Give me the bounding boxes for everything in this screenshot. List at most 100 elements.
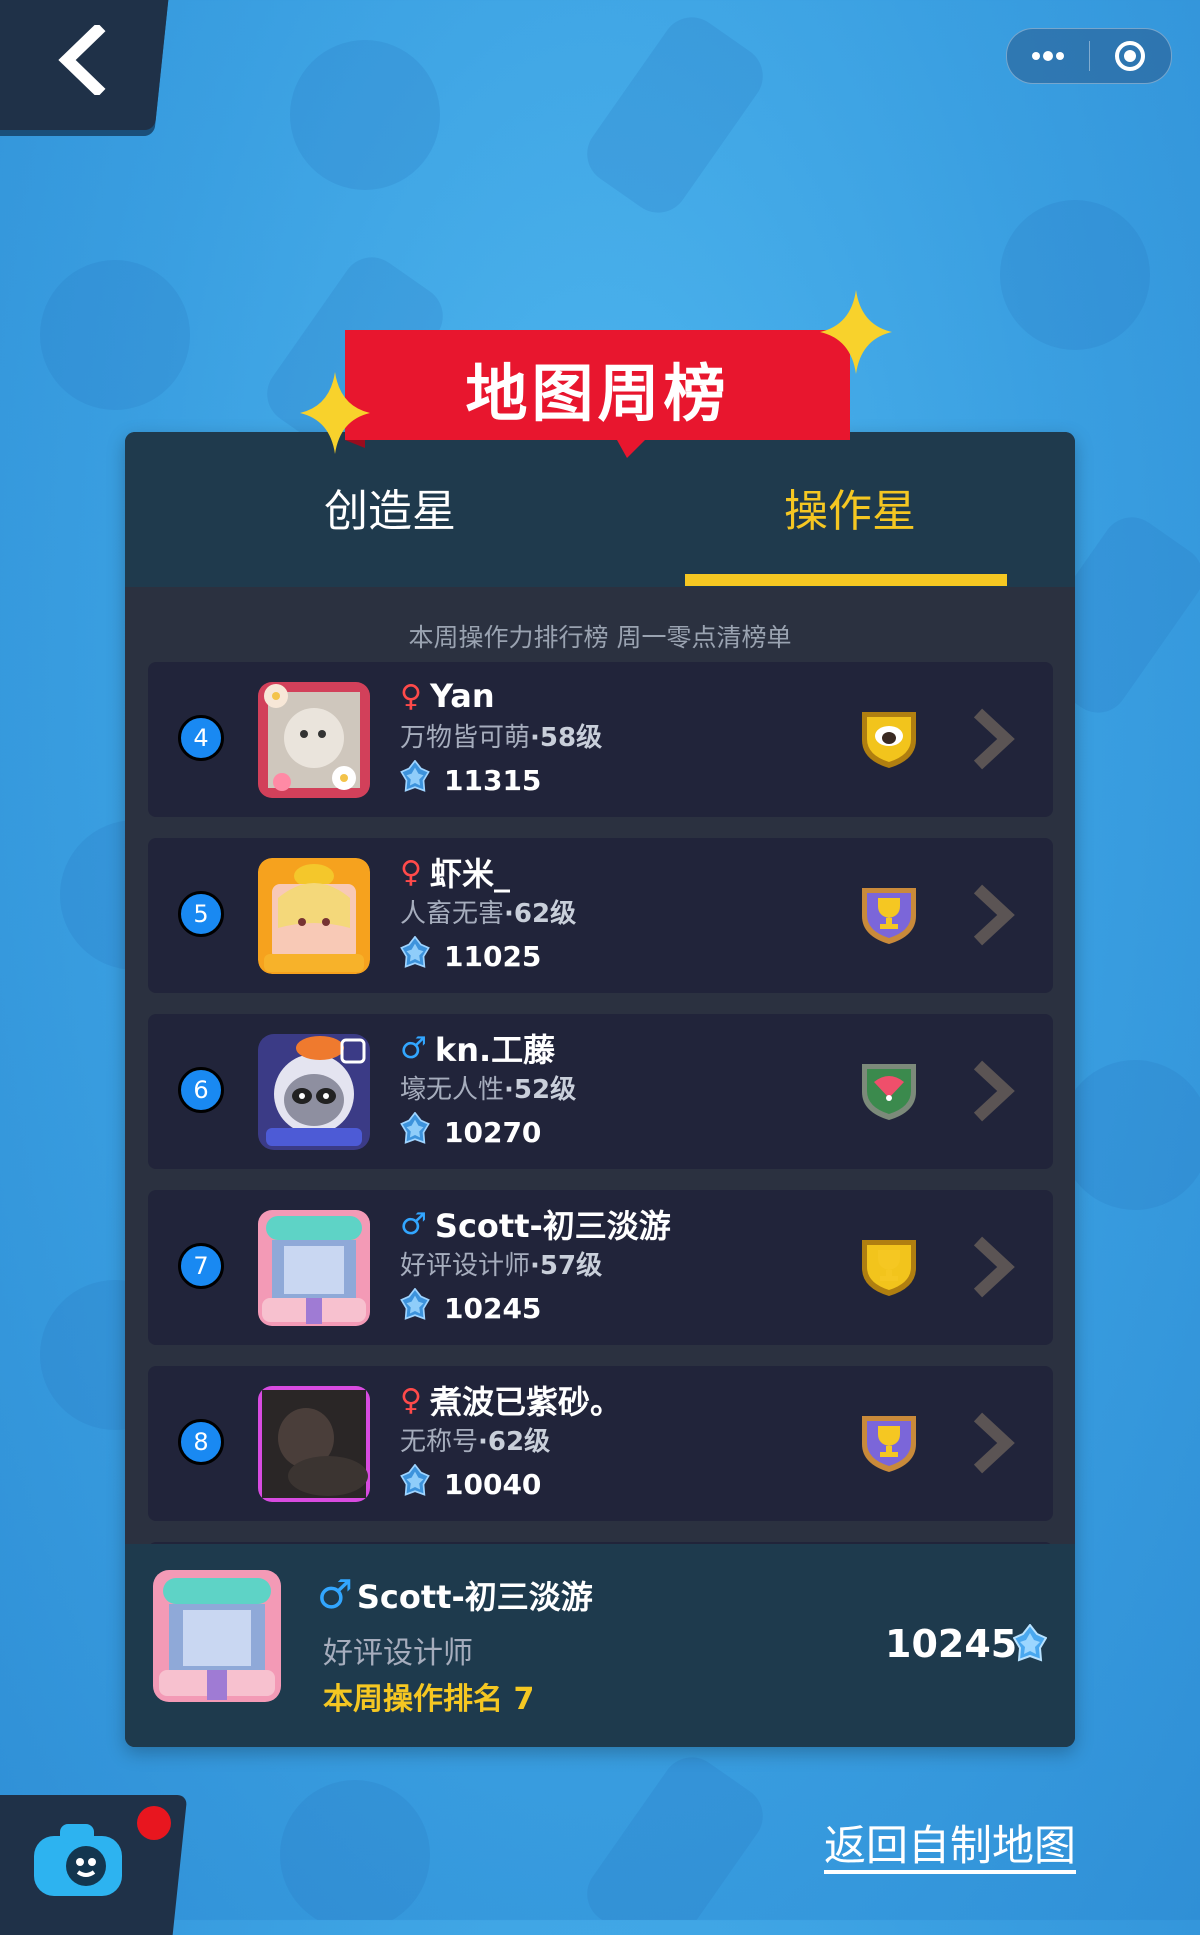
my-avatar[interactable] [153,1570,281,1702]
star-gem-icon [400,1286,444,1329]
female-icon: ♀ [400,678,422,714]
star-gem-icon [400,758,444,801]
player-name: kn.工藤 [434,1031,556,1069]
sparkle-star-icon [820,290,892,374]
leaderboard-row[interactable]: 8 ♀ 煮波已紫砂。 无称号·62级 10040 [148,1366,1053,1521]
player-score-line: 10245 [400,1286,850,1330]
player-level: ·58级 [530,723,603,753]
player-score-line: 10270 [400,1110,850,1154]
leaderboard-row[interactable]: 6 ♂ kn.工藤 壕无人性·52级 10270 [148,1014,1053,1169]
trophy-shield-badge[interactable] [858,1234,920,1298]
chevron-right-icon[interactable] [968,707,1018,771]
trophy-shield-badge[interactable] [858,1410,920,1474]
player-name-line: ♂ Scott-初三淡游 [400,1202,850,1246]
player-title-line: 人畜无害·62级 [400,894,850,934]
leaderboard-list: 4 ♀ Yan 万物皆可萌·58级 11315 5 ♀ 虾米_ 人畜无害·62级 11025 6 ♂ k… [148,662,1053,1583]
miniprogram-capsule [1006,28,1172,84]
chevron-right-icon[interactable] [968,1059,1018,1123]
player-title-line: 好评设计师·57级 [400,1246,850,1286]
player-avatar[interactable] [258,858,370,974]
player-level: ·52级 [504,1075,577,1105]
my-name-line: ♂ Scott-初三淡游 [317,1572,593,1618]
player-title-line: 万物皆可萌·58级 [400,718,850,758]
player-avatar[interactable] [258,1210,370,1326]
player-name: 煮波已紫砂。 [429,1383,622,1421]
player-info: ♀ 虾米_ 人畜无害·62级 11025 [400,850,850,978]
camera-mascot-icon[interactable] [30,1820,126,1900]
rank-number: 7 [178,1243,224,1289]
leaderboard-row[interactable]: 5 ♀ 虾米_ 人畜无害·62级 11025 [148,838,1053,993]
player-name-line: ♂ kn.工藤 [400,1026,850,1070]
my-score: 10245 [885,1622,1018,1666]
player-level: ·62级 [504,899,577,929]
fan-shield-badge[interactable] [858,1058,920,1122]
chevron-right-icon[interactable] [968,1235,1018,1299]
banner-title: 地图周榜 [465,357,730,430]
leaderboard-row[interactable]: 4 ♀ Yan 万物皆可萌·58级 11315 [148,662,1053,817]
female-icon: ♀ [400,854,422,890]
active-tab-indicator [685,574,1007,586]
chevron-right-icon[interactable] [968,883,1018,947]
leaderboard-row[interactable]: 7 ♂ Scott-初三淡游 好评设计师·57级 10245 [148,1190,1053,1345]
player-score-line: 11315 [400,758,850,802]
player-title: 万物皆可萌 [400,723,531,753]
player-title-line: 壕无人性·52级 [400,1070,850,1110]
tab-creator-star[interactable]: 创造星 [225,482,555,542]
player-name: Scott-初三淡游 [434,1207,671,1245]
male-icon: ♂ [317,1572,353,1618]
player-name: 虾米_ [429,855,510,893]
female-icon: ♀ [400,1382,422,1418]
player-title: 好评设计师 [400,1251,531,1281]
notification-dot [137,1806,171,1840]
rank-number: 6 [178,1067,224,1113]
back-arrow-icon [58,25,106,95]
player-info: ♂ Scott-初三淡游 好评设计师·57级 10245 [400,1202,850,1330]
male-icon: ♂ [400,1030,427,1066]
star-gem-icon [400,1462,444,1505]
player-score: 10245 [444,1291,542,1325]
rank-number: 8 [178,1419,224,1465]
return-to-custom-map-link[interactable]: 返回自制地图 [824,1812,1076,1873]
player-info: ♂ kn.工藤 壕无人性·52级 10270 [400,1026,850,1154]
player-level: ·57级 [530,1251,603,1281]
my-title: 好评设计师 [323,1636,473,1671]
player-title: 壕无人性 [400,1075,505,1105]
player-level: ·62级 [478,1427,551,1457]
player-title: 无称号 [400,1427,479,1457]
player-score: 11025 [444,939,542,973]
player-name-line: ♀ Yan [400,674,850,718]
my-score-line: 10245 [885,1622,1048,1666]
leaderboard-subtitle: 本周操作力排行榜 周一零点清榜单 [408,623,792,652]
more-dots-icon[interactable] [1007,29,1089,83]
my-weekly-rank: 本周操作排名 7 [323,1682,535,1717]
player-score-line: 11025 [400,934,850,978]
trophy-shield-badge[interactable] [858,882,920,946]
male-icon: ♂ [400,1206,427,1242]
tab-operation-star[interactable]: 操作星 [685,482,1015,542]
target-icon[interactable] [1090,29,1172,83]
back-button[interactable] [0,0,170,130]
my-name: Scott-初三淡游 [356,1578,593,1616]
player-name: Yan [429,677,495,715]
player-score-line: 10040 [400,1462,850,1506]
player-avatar[interactable] [258,682,370,798]
rank-number: 4 [178,715,224,761]
star-gem-icon [400,1110,444,1153]
player-name-line: ♀ 虾米_ [400,850,850,894]
my-rank-bar: ♂ Scott-初三淡游 好评设计师 本周操作排名 7 10245 [125,1544,1075,1747]
rank-number: 5 [178,891,224,937]
player-score: 11315 [444,763,542,797]
sparkle-star-icon [300,372,370,454]
star-gem-icon [400,934,444,977]
player-info: ♀ Yan 万物皆可萌·58级 11315 [400,674,850,802]
star-gem-icon [1013,1624,1048,1662]
player-avatar[interactable] [258,1386,370,1502]
player-score: 10270 [444,1115,542,1149]
player-score: 10040 [444,1467,542,1501]
player-title-line: 无称号·62级 [400,1422,850,1462]
player-name-line: ♀ 煮波已紫砂。 [400,1378,850,1422]
sheep-shield-badge[interactable] [858,706,920,770]
player-avatar[interactable] [258,1034,370,1150]
leaderboard-panel: 创造星 操作星 本周操作力排行榜 周一零点清榜单 4 ♀ Yan 万物皆可萌·58级 1… [125,432,1075,1747]
chevron-right-icon[interactable] [968,1411,1018,1475]
